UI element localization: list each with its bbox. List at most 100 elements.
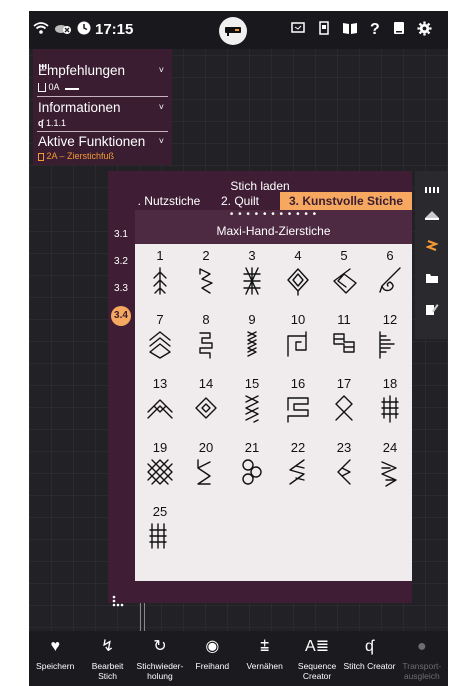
stitch-number: 2	[202, 248, 210, 263]
stitch-8[interactable]: 8	[183, 312, 229, 376]
tab-kunstvolle-stiche[interactable]: 3. Kunstvolle Stiche	[280, 192, 412, 210]
edit-icon[interactable]	[415, 302, 448, 319]
toolbar-label: Stitch Creator	[343, 661, 396, 671]
repeat-button[interactable]: ↻ Stichwieder- holung	[134, 631, 186, 686]
transport-button[interactable]: ● Transport- ausgleich	[396, 631, 448, 686]
tab-quilt[interactable]: 2. Quilt	[209, 192, 271, 210]
stitch-number: 25	[152, 504, 168, 519]
cloud-off-icon[interactable]	[54, 21, 72, 40]
stitch-23[interactable]: 23	[321, 440, 367, 504]
stitch-number: 23	[336, 440, 352, 455]
stitch-creator-icon: ʠ	[364, 638, 374, 655]
settings-icon[interactable]	[417, 21, 432, 41]
sequence-creator-button[interactable]: A≣ Sequence Creator	[291, 631, 343, 686]
informationen-label[interactable]: Informationen	[38, 100, 121, 115]
empfehlungen-label[interactable]: Empfehlungen	[38, 63, 125, 78]
freehand-button[interactable]: ◉ Freihand	[186, 631, 238, 686]
screen-icon[interactable]	[291, 21, 305, 40]
info-panel: Empfehlungen ˅ 0A Informationen ˅ ʠ 1.1.…	[33, 49, 172, 165]
wifi-icon[interactable]	[33, 21, 49, 40]
aktive-funktionen-label[interactable]: Aktive Funktionen	[38, 134, 145, 149]
usb-icon[interactable]	[317, 21, 331, 40]
stitch-21[interactable]: 21	[229, 440, 275, 504]
stitch-number: 18	[382, 376, 398, 391]
stitch-number: 8	[202, 312, 210, 327]
stitch-icon[interactable]	[415, 239, 448, 256]
stitch-6[interactable]: 6	[367, 248, 413, 312]
stitch-number: 16	[290, 376, 306, 391]
sewing-machine-screen: 17:15 ? Empfehlungen ˅ 0A Informationen …	[29, 11, 448, 686]
stitch-7[interactable]: 7	[137, 312, 183, 376]
page-dots[interactable]: • • • • • • • • • • •	[135, 210, 412, 220]
chevron-down-icon[interactable]: ˅	[159, 65, 164, 75]
book-icon[interactable]	[342, 21, 358, 40]
stitch-13[interactable]: 13	[137, 376, 183, 440]
stitch-25[interactable]: 25	[137, 504, 183, 568]
stitch-24[interactable]: 24	[367, 440, 413, 504]
tab-bar: . Nutzstiche 2. Quilt 3. Kunstvolle Stic…	[135, 192, 412, 210]
stitch-number: 15	[244, 376, 260, 391]
guide-line	[144, 601, 145, 631]
toolbar-label: Freihand	[195, 661, 230, 671]
toolbar-label: Transport- ausgleich	[402, 661, 442, 681]
stitch-20[interactable]: 20	[183, 440, 229, 504]
stitch-creator-button[interactable]: ʠ Stitch Creator	[343, 631, 395, 686]
stitch-4[interactable]: 4	[275, 248, 321, 312]
presser-foot-icon	[38, 152, 44, 161]
chevron-down-icon[interactable]: ˅	[159, 136, 164, 146]
save-button[interactable]: ♥ Speichern	[29, 631, 81, 686]
stitch-number: 14	[198, 376, 214, 391]
category-3-3[interactable]: 3.3	[108, 283, 134, 294]
guide-line	[140, 601, 141, 631]
stitch-icon: ʠ	[38, 118, 44, 128]
repeat-icon: ↻	[153, 638, 167, 655]
stitch-16[interactable]: 16	[275, 376, 321, 440]
chevron-down-icon[interactable]: ˅	[159, 102, 164, 112]
tab-nutzstiche[interactable]: . Nutzstiche	[135, 192, 203, 210]
toolbar-label: Sequence Creator	[297, 661, 337, 681]
stitch-10[interactable]: 10	[275, 312, 321, 376]
presser-foot-icon[interactable]	[415, 209, 448, 224]
stitch-12[interactable]: 12	[367, 312, 413, 376]
stitch-5[interactable]: 5	[321, 248, 367, 312]
grid-view-icon[interactable]	[112, 595, 124, 610]
stitch-11[interactable]: 11	[321, 312, 367, 376]
stitch-number: 22	[290, 440, 306, 455]
stitch-number: 12	[382, 312, 398, 327]
stitch-1[interactable]: 1	[137, 248, 183, 312]
subcategory-header: • • • • • • • • • • • Maxi-Hand-Zierstic…	[135, 210, 412, 244]
category-3-4[interactable]: 3.4	[111, 306, 131, 326]
category-3-2[interactable]: 3.2	[108, 256, 134, 267]
stitch-number: 24	[382, 440, 398, 455]
category-3-1[interactable]: 3.1	[108, 229, 134, 240]
stitch-18[interactable]: 18	[367, 376, 413, 440]
stitch-22[interactable]: 22	[275, 440, 321, 504]
stitch-14[interactable]: 14	[183, 376, 229, 440]
stitch-3[interactable]: 3	[229, 248, 275, 312]
machine-logo-icon[interactable]	[219, 17, 247, 45]
stitch-2[interactable]: 2	[183, 248, 229, 312]
stitch-number: 3	[248, 248, 256, 263]
stitch-grid: 1 2 3 4 5 6 7 8 9 10 11 12 13 14 15 16 17 18 19 20 21 22 23 24 2…	[135, 244, 412, 581]
stitch-17[interactable]: 17	[321, 376, 367, 440]
stitch-19[interactable]: 19	[137, 440, 183, 504]
toolbar-label: Stichwieder- holung	[136, 661, 184, 681]
stitch-number: 19	[152, 440, 168, 455]
stitch-15[interactable]: 15	[229, 376, 275, 440]
stitch-number: 21	[244, 440, 260, 455]
stitch-number: 5	[340, 248, 348, 263]
status-bar: 17:15 ?	[29, 11, 448, 49]
help-icon[interactable]: ?	[370, 21, 380, 39]
menu-dots-icon[interactable]	[415, 181, 448, 196]
edit-stitch-button[interactable]: ↯ Bearbeit Stich	[81, 631, 133, 686]
stitch-number: 9	[248, 312, 256, 327]
stitch-number: 13	[152, 376, 168, 391]
folder-icon[interactable]	[415, 272, 448, 287]
manual-icon[interactable]	[392, 21, 406, 40]
divider	[37, 96, 168, 97]
right-sidebar	[415, 171, 448, 339]
stitch-9[interactable]: 9	[229, 312, 275, 376]
tie-off-button[interactable]: ⩲ Vernähen	[239, 631, 291, 686]
needle-icon	[64, 88, 79, 90]
toolbar-label: Bearbeit Stich	[91, 661, 124, 681]
